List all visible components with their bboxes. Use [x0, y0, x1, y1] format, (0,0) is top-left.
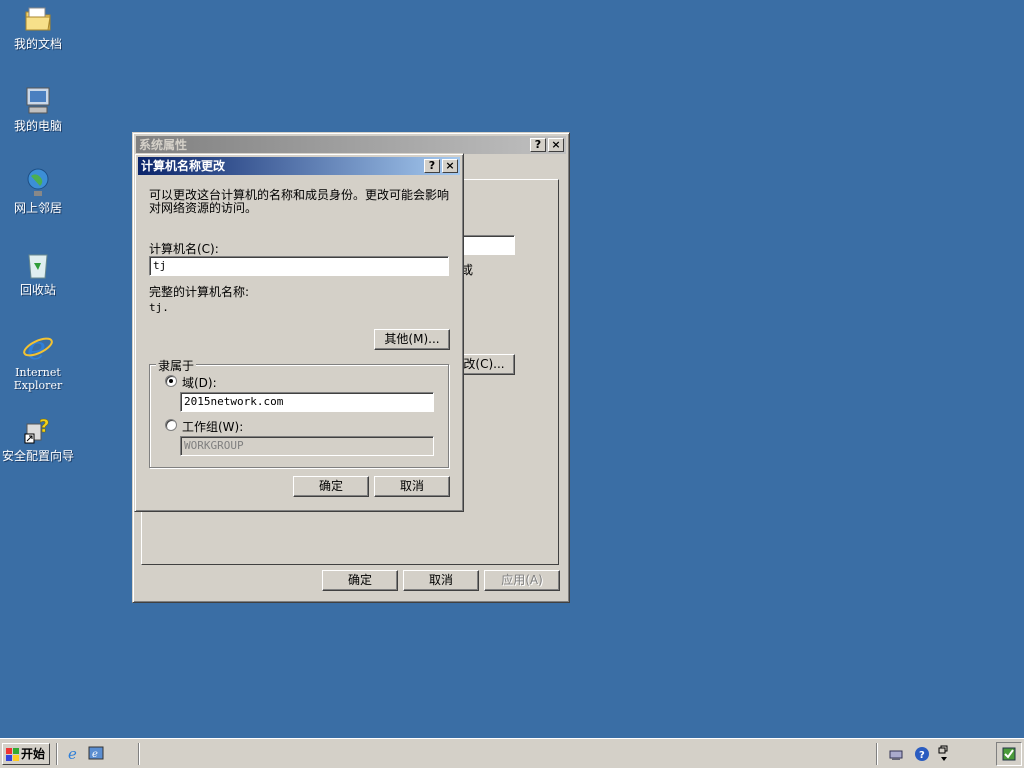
desktop-icon-internet-explorer[interactable]: e Internet Explorer	[0, 329, 76, 392]
security-tray-icon[interactable]	[1001, 746, 1017, 762]
dialog-titlebar[interactable]: 计算机名称更改 ? ×	[138, 157, 460, 175]
desktop-icon-security-wizard[interactable]: ? 安全配置向导	[0, 414, 76, 463]
domain-input[interactable]: 2015network.com	[180, 392, 434, 412]
recycle-bin-icon	[21, 248, 55, 282]
desktop-icon-label: 我的电脑	[13, 119, 62, 133]
svg-text:e: e	[27, 330, 46, 364]
taskbar-separator	[138, 743, 140, 765]
help-button[interactable]: ?	[424, 159, 440, 173]
description-text: 对网络资源的访问。	[149, 201, 258, 215]
help-button[interactable]: ?	[530, 138, 546, 152]
system-properties-titlebar[interactable]: 系统属性 ? ×	[136, 136, 566, 154]
desktop-icon-label: 我的文档	[13, 37, 62, 51]
apply-button[interactable]: 应用(A)	[484, 570, 560, 591]
full-name-label: 完整的计算机名称:	[149, 285, 250, 299]
quicklaunch-desktop-icon[interactable]: e	[88, 745, 104, 761]
taskbar-separator	[56, 743, 58, 765]
workgroup-radio[interactable]	[165, 419, 177, 431]
desktop-icon-label: 回收站	[19, 283, 56, 297]
network-globe-icon	[21, 166, 55, 200]
workgroup-input[interactable]: WORKGROUP	[180, 436, 434, 456]
desktop-icon-my-documents[interactable]: 我的文档	[0, 2, 76, 51]
desktop-icon-my-computer[interactable]: 我的电脑	[0, 84, 76, 133]
cancel-button[interactable]: 取消	[374, 476, 450, 497]
taskbar: 开始 e e ?	[0, 738, 1024, 768]
member-of-label: 隶属于	[156, 357, 197, 374]
computer-name-label: 计算机名(C):	[149, 242, 219, 256]
desktop-icon-label: Internet Explorer	[13, 366, 63, 392]
desktop-icon-label: 网上邻居	[13, 201, 62, 215]
folder-icon	[21, 2, 55, 36]
network-tray-icon[interactable]	[888, 746, 904, 762]
computer-icon	[21, 84, 55, 118]
internet-explorer-icon: e	[21, 329, 55, 367]
more-button[interactable]: 其他(M)...	[374, 329, 450, 350]
domain-radio[interactable]	[165, 375, 177, 387]
cancel-button[interactable]: 取消	[403, 570, 479, 591]
security-wizard-icon: ?	[21, 414, 55, 448]
window-title: 系统属性	[139, 138, 188, 152]
restore-tray-icon[interactable]	[938, 744, 950, 764]
workgroup-label: 工作组(W):	[182, 420, 244, 434]
close-button[interactable]: ×	[548, 138, 564, 152]
help-tray-icon[interactable]: ?	[914, 746, 930, 762]
dialog-title: 计算机名称更改	[141, 159, 226, 173]
radio-selected-dot	[169, 379, 173, 383]
system-tray	[996, 742, 1022, 766]
ok-button[interactable]: 确定	[293, 476, 369, 497]
svg-text:?: ?	[919, 750, 925, 761]
start-label: 开始	[21, 747, 46, 761]
svg-text:e: e	[92, 749, 98, 760]
close-button[interactable]: ×	[442, 159, 458, 173]
computer-name-changes-dialog: 计算机名称更改 ? × 可以更改这台计算机的名称和成员身份。更改可能会影响 对网…	[134, 153, 464, 512]
computer-name-input[interactable]: tj	[149, 256, 449, 276]
tray-separator	[876, 743, 878, 765]
svg-text:e: e	[68, 745, 77, 761]
quicklaunch-ie-icon[interactable]: e	[66, 745, 82, 763]
desktop-icon-label: 安全配置向导	[1, 449, 74, 463]
desktop-icon-network[interactable]: 网上邻居	[0, 166, 76, 215]
domain-label: 域(D):	[182, 376, 217, 390]
windows-logo-icon	[6, 747, 19, 761]
full-name-value: tj.	[149, 301, 169, 314]
svg-text:?: ?	[39, 416, 49, 437]
desktop-icon-recycle-bin[interactable]: 回收站	[0, 248, 76, 297]
start-button[interactable]: 开始	[2, 743, 50, 765]
ok-button[interactable]: 确定	[322, 570, 398, 591]
